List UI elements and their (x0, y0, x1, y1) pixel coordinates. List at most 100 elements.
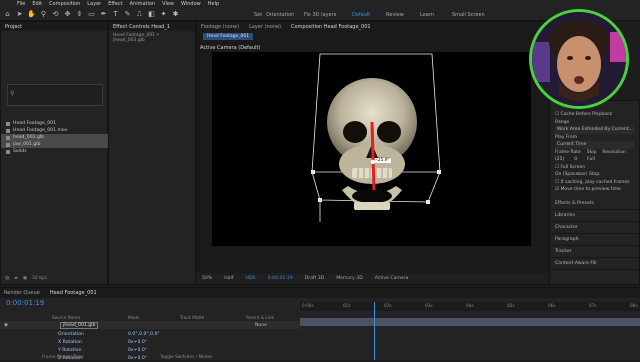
selection-tool-icon[interactable]: ➤ (15, 10, 24, 19)
brush-tool-icon[interactable]: ✎ (123, 10, 132, 19)
orbit-tool-icon[interactable]: ⟲ (51, 10, 60, 19)
tab-composition[interactable]: Composition Head Footage_001 (291, 24, 371, 30)
menu-edit[interactable]: Edit (32, 1, 42, 7)
property-row[interactable]: Orientation 0.0°,0.0°,0.0° (0, 330, 300, 338)
full-screen-checkbox[interactable]: ☐ Full Screen (555, 164, 634, 172)
project-item[interactable]: Head Footage_001 (1, 120, 109, 127)
type-tool-icon[interactable]: T (111, 10, 120, 19)
panel-section-paragraph[interactable]: Paragraph (550, 234, 639, 246)
new-comp-icon[interactable]: ▣ (23, 276, 27, 281)
col-parent: Parent & Link (246, 315, 274, 320)
menu-effect[interactable]: Effect (108, 1, 122, 7)
comp-icon (6, 121, 10, 126)
tab-head-footage[interactable]: Head Footage_001 (50, 290, 97, 296)
comp-breadcrumb[interactable]: Head Footage_001 (203, 33, 254, 40)
project-item[interactable]: jaw_001.glb (1, 141, 109, 148)
pan-tool-icon[interactable]: ✥ (63, 10, 72, 19)
interpret-icon[interactable]: ▤ (5, 276, 9, 281)
draft-3d-toggle[interactable]: Draft 3D (305, 276, 325, 281)
resolution-dropdown[interactable]: Full (587, 156, 595, 164)
playhead[interactable] (374, 302, 375, 360)
frame-rate-dropdown[interactable]: (25) (555, 156, 564, 164)
panel-section-libraries[interactable]: Libraries (550, 210, 639, 222)
orientation-label[interactable]: Orientation (266, 12, 294, 18)
project-item[interactable]: head_001.glb (1, 134, 109, 141)
move-time-checkbox[interactable]: ☑ Move time to preview time (555, 186, 634, 194)
hand-tool-icon[interactable]: ✋ (27, 10, 36, 19)
property-name: Y Rotation (58, 347, 82, 353)
tab-render-queue[interactable]: Render Queue (4, 290, 40, 296)
menu-window[interactable]: Window (181, 1, 201, 7)
project-item[interactable]: Head Footage_001.mov (1, 127, 109, 134)
renderer-dropdown[interactable]: Mercury 3D (336, 276, 363, 281)
property-name: X Rotation (58, 339, 82, 345)
panel-section-effects-presets[interactable]: Effects & Presets (550, 198, 639, 210)
menu-layer[interactable]: Layer (87, 1, 101, 7)
quality-dropdown[interactable]: Half (224, 276, 233, 281)
preview-panel: ☐ Cache Before Playback Range Work Area … (549, 100, 640, 285)
menu-bar: File Edit Composition Layer Effect Animation V… (0, 0, 640, 8)
toggle-switches[interactable]: Toggle Switches / Modes (160, 355, 212, 360)
comp-viewer[interactable]: -25.9° (212, 52, 531, 246)
tab-project[interactable]: Project (5, 24, 22, 30)
panel-section-tracker[interactable]: Tracker (550, 246, 639, 258)
bit-depth-label[interactable]: 32 bpc (32, 276, 47, 281)
zoom-tool-icon[interactable]: ⚲ (39, 10, 48, 19)
layer-row[interactable]: ◉ jhead_001.glb None (0, 321, 300, 329)
workspace-default[interactable]: Default (352, 12, 370, 18)
skip-input[interactable]: 0 (574, 156, 577, 164)
search-icon: ⚲ (10, 90, 15, 97)
property-value[interactable]: 0.0°,0.0°,0.0° (128, 332, 160, 337)
fix-3d-layers-label[interactable]: Fix 3D layers (304, 12, 336, 18)
workspace-review[interactable]: Review (386, 12, 404, 18)
if-caching-checkbox[interactable]: ☐ If caching, play cached frames (555, 179, 634, 187)
puppet-tool-icon[interactable]: ✱ (171, 10, 180, 19)
property-value[interactable]: 0x+0.0° (128, 340, 147, 345)
project-search[interactable]: ⚲ (7, 84, 103, 106)
skull-render (311, 53, 441, 222)
menu-help[interactable]: Help (208, 1, 219, 7)
view-dropdown[interactable]: Active Camera (375, 276, 409, 281)
viewer-timecode[interactable]: 0:00:01:19 (268, 276, 293, 281)
menu-composition[interactable]: Composition (49, 1, 80, 7)
snap-label[interactable]: Set (254, 12, 262, 18)
range-dropdown[interactable]: Work Area Extended By Current... (555, 126, 634, 134)
cache-checkbox[interactable]: ☐ Cache Before Playback (555, 111, 634, 119)
workspace-small-screen[interactable]: Small Screen (452, 12, 485, 18)
menu-animation[interactable]: Animation (130, 1, 156, 7)
roto-tool-icon[interactable]: ✦ (159, 10, 168, 19)
menu-view[interactable]: View (162, 1, 174, 7)
move-time-label: Move time to preview time (560, 187, 621, 192)
tab-layer[interactable]: Layer (none) (249, 24, 281, 30)
eye-icon[interactable]: ◉ (4, 323, 8, 328)
layer-bar[interactable] (300, 318, 640, 326)
panel-section-content-aware-fill[interactable]: Content-Aware Fill (550, 258, 639, 270)
project-item[interactable]: Solids (1, 148, 109, 155)
eraser-tool-icon[interactable]: ◧ (147, 10, 156, 19)
time-ruler[interactable]: 0:00s 01s 02s 03s 04s 05s 06s 07s 08s (300, 302, 640, 311)
parent-dropdown[interactable]: None (255, 323, 267, 328)
menu-file[interactable]: File (17, 1, 25, 7)
new-folder-icon[interactable]: ▰ (14, 276, 17, 281)
cache-label: Cache Before Playback (560, 112, 613, 117)
stamp-tool-icon[interactable]: ⎍ (135, 10, 144, 19)
hdr-toggle[interactable]: HDR (245, 276, 255, 281)
zoom-dropdown[interactable]: 50% (202, 276, 212, 281)
tab-effect-controls[interactable]: Effect Controls Head_1 (113, 24, 170, 30)
col-track-matte: Track Matte (180, 315, 205, 320)
tab-footage[interactable]: Footage (none) (201, 24, 239, 30)
panel-section-character[interactable]: Character (550, 222, 639, 234)
workspace-learn[interactable]: Learn (420, 12, 434, 18)
dolly-tool-icon[interactable]: ⇕ (75, 10, 84, 19)
property-value[interactable]: 0x+0.0° (128, 348, 147, 353)
home-icon[interactable]: ⌂ (3, 10, 12, 19)
play-from-dropdown[interactable]: Current Time (555, 141, 634, 149)
pen-tool-icon[interactable]: ✒ (99, 10, 108, 19)
rectangle-tool-icon[interactable]: ▭ (87, 10, 96, 19)
ruler-label: 01s (343, 303, 351, 308)
property-row[interactable]: X Rotation 0x+0.0° (0, 338, 300, 346)
layer-name[interactable]: jhead_001.glb (60, 321, 99, 329)
timeline-timecode[interactable]: 0:00:01:19 (6, 299, 44, 307)
property-row[interactable]: Y Rotation 0x+0.0° (0, 346, 300, 354)
panel-sections: Effects & Presets Libraries Character Parag… (550, 198, 639, 270)
